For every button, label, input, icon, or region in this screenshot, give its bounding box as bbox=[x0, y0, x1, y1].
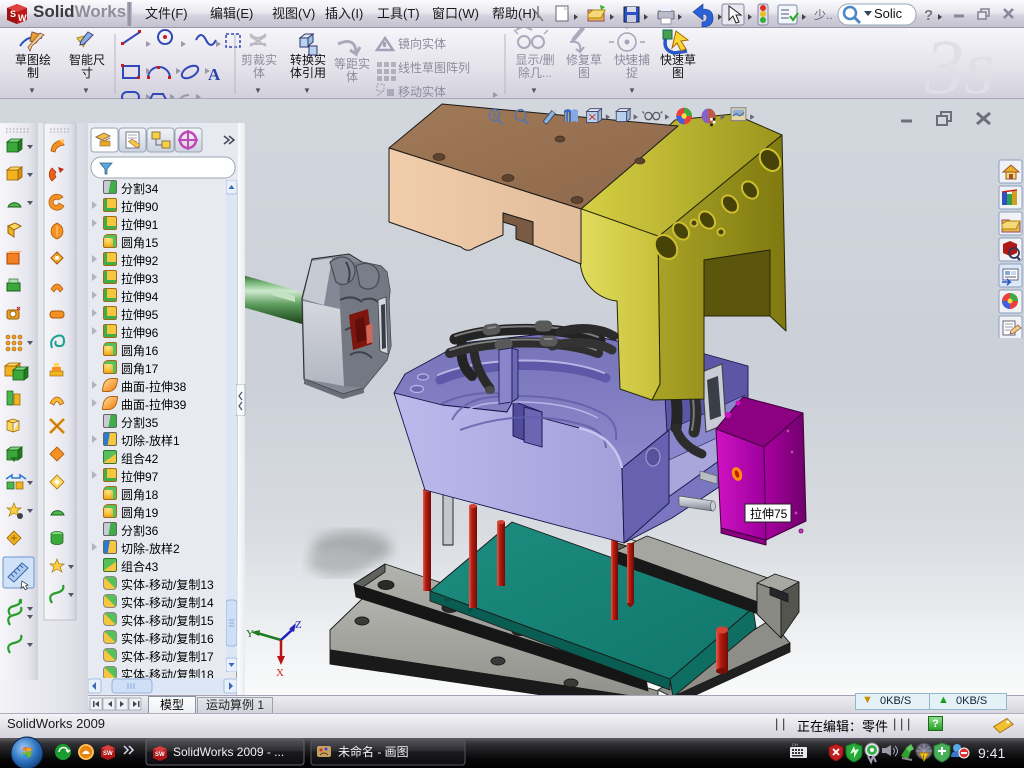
svg-text:W: W bbox=[18, 13, 27, 23]
svg-text:CH: CH bbox=[792, 742, 798, 747]
svg-text:9:41: 9:41 bbox=[978, 745, 1005, 761]
svg-text:Z: Z bbox=[295, 619, 302, 631]
svg-text:未命名 - 画图: 未命名 - 画图 bbox=[338, 744, 409, 759]
svg-text:A: A bbox=[208, 65, 221, 84]
svg-text:拉伸75: 拉伸75 bbox=[750, 506, 788, 521]
svg-text:Solic: Solic bbox=[874, 6, 903, 21]
svg-text:SW: SW bbox=[103, 751, 113, 757]
svg-text:X: X bbox=[276, 667, 284, 679]
svg-text:SW: SW bbox=[155, 752, 165, 758]
svg-text:S: S bbox=[10, 9, 16, 19]
svg-text:Y: Y bbox=[246, 628, 254, 640]
svg-text:少..: 少.. bbox=[814, 8, 833, 22]
svg-text:SolidWorks 2009 - ...: SolidWorks 2009 - ... bbox=[173, 745, 284, 759]
